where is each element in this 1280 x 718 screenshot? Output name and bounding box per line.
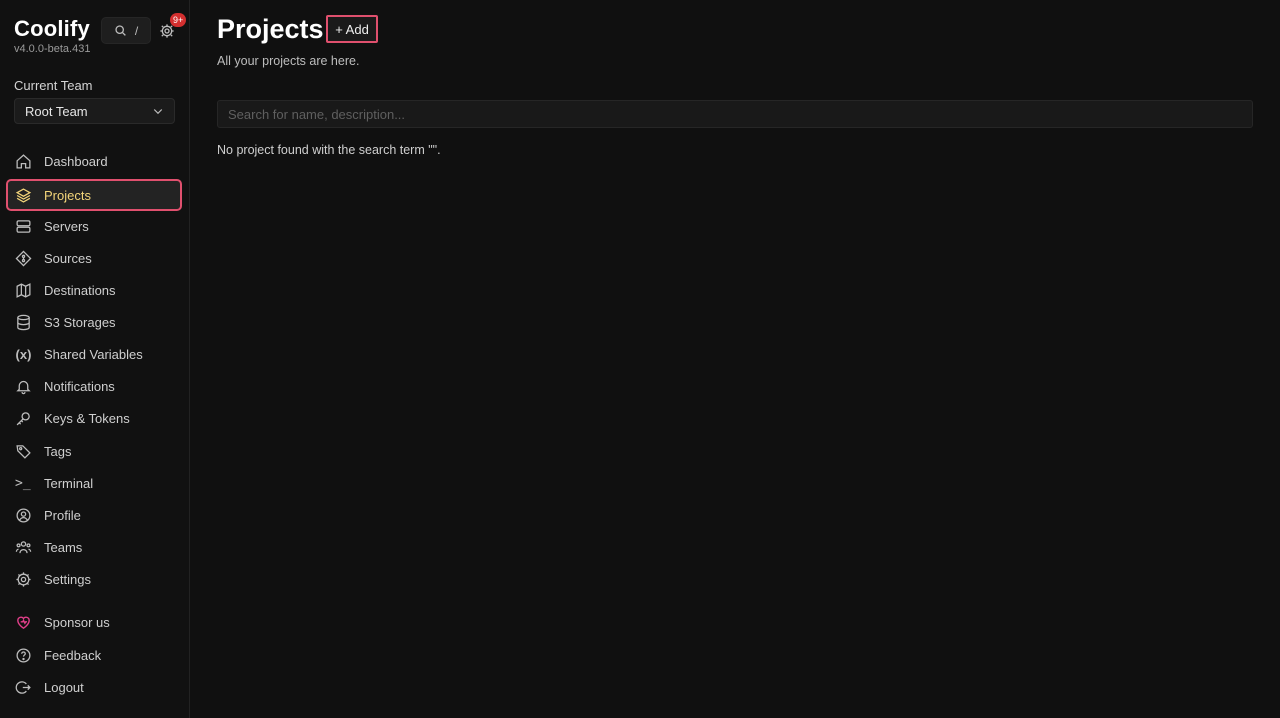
help-icon [16,647,31,663]
team-select[interactable]: Root Team [14,98,175,124]
page-title: Projects [217,14,324,44]
project-search-input[interactable] [217,100,1253,128]
page-subtitle: All your projects are here. [217,54,360,68]
database-icon [17,314,30,330]
server-icon [16,219,31,233]
sidebar-item-label: Servers [44,218,89,234]
chevron-down-icon [153,109,163,115]
user-icon [16,507,31,523]
sidebar-item-label: Projects [44,187,91,203]
heart-icon [17,616,30,629]
sidebar-item-label: Settings [44,571,91,587]
sidebar-item-notifications[interactable]: Notifications [8,372,180,400]
sidebar-item-label: Sources [44,250,92,266]
sidebar-item-logout[interactable]: Logout [8,673,180,701]
sidebar-item-label: Dashboard [44,153,108,169]
variables-icon: (x) [15,346,32,362]
brand: Coolify v4.0.0-beta.431 [14,16,90,55]
sidebar-item-label: Feedback [44,647,102,663]
users-icon [15,540,32,553]
search-shortcut: / [134,23,139,38]
sidebar-item-teams[interactable]: Teams [8,533,180,561]
sidebar-item-tags[interactable]: Tags [8,437,180,465]
sidebar: Coolify v4.0.0-beta.431 / 9+ Current Tea… [0,0,190,718]
home-icon [16,153,31,169]
sidebar-item-label: S3 Storages [44,314,116,330]
layers-icon [15,187,32,203]
git-icon [15,250,32,266]
sidebar-item-label: Teams [44,539,83,555]
gear-icon [16,571,31,587]
sidebar-item-keys-tokens[interactable]: Keys & Tokens [8,404,180,432]
search-icon [115,25,126,36]
add-project-button[interactable]: + Add [326,15,378,43]
bell-icon [16,380,31,394]
notification-badge[interactable]: 9+ [170,13,187,27]
sidebar-item-projects[interactable]: Projects [6,179,182,211]
terminal-icon: >_ [15,475,31,491]
sidebar-item-label: Destinations [44,282,116,298]
map-icon [16,282,31,298]
sidebar-item-settings[interactable]: Settings [8,565,180,593]
sidebar-item-shared-variables[interactable]: (x) Shared Variables [8,340,180,368]
sidebar-item-servers[interactable]: Servers [8,212,180,240]
team-select-value: Root Team [25,103,88,119]
current-team-label: Current Team [14,78,93,93]
logout-icon [15,680,31,694]
sidebar-item-feedback[interactable]: Feedback [8,641,180,669]
sidebar-item-sources[interactable]: Sources [8,244,180,272]
sidebar-item-label: Terminal [44,475,94,491]
sidebar-item-destinations[interactable]: Destinations [8,276,180,304]
sidebar-item-label: Sponsor us [44,614,110,630]
brand-version: v4.0.0-beta.431 [14,43,91,55]
sidebar-item-label: Notifications [44,378,115,394]
sidebar-item-label: Logout [44,679,84,695]
sidebar-item-sponsor[interactable]: Sponsor us [8,608,180,636]
sidebar-item-label: Tags [44,443,72,459]
sidebar-item-label: Keys & Tokens [44,410,130,426]
global-search-button[interactable]: / [101,17,151,44]
key-icon [16,411,30,425]
sidebar-item-label: Shared Variables [44,346,143,362]
sidebar-item-profile[interactable]: Profile [8,501,180,529]
empty-state-message: No project found with the search term ""… [217,143,441,157]
sidebar-item-dashboard[interactable]: Dashboard [8,147,180,175]
sidebar-item-s3-storages[interactable]: S3 Storages [8,308,180,336]
sidebar-item-label: Profile [44,507,81,523]
tag-icon [16,444,31,459]
sidebar-item-terminal[interactable]: >_ Terminal [8,469,180,497]
brand-title[interactable]: Coolify [14,16,90,42]
